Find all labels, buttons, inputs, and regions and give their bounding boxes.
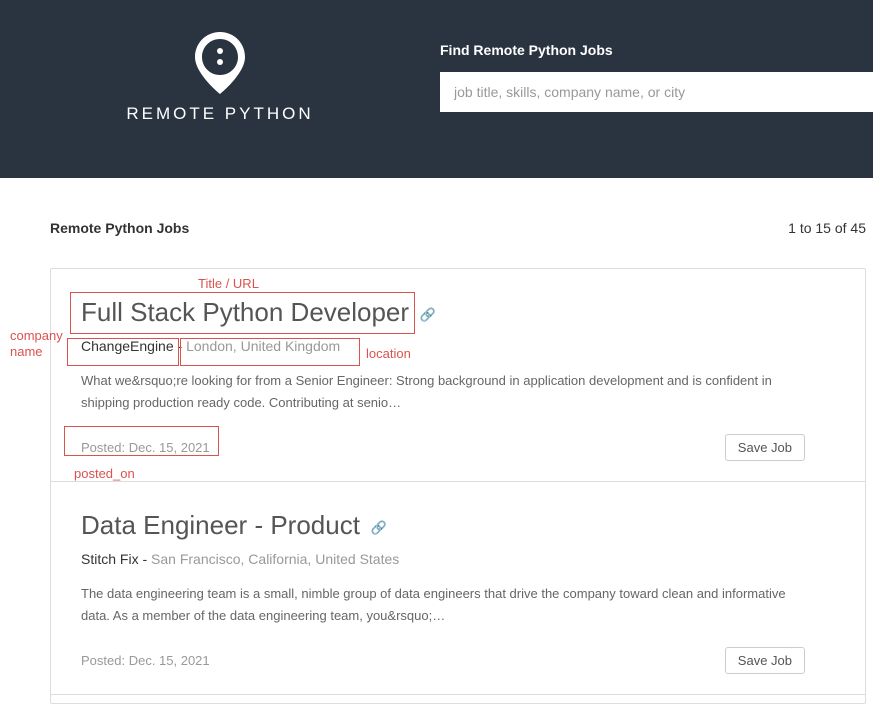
job-footer: Posted: Dec. 15, 2021 Save Job — [81, 434, 805, 461]
job-location: San Francisco, California, United States — [151, 551, 399, 567]
site-header: REMOTE PYTHON Find Remote Python Jobs — [0, 0, 873, 178]
logo-pin-icon — [195, 32, 245, 94]
results-count: 1 to 15 of 45 — [788, 220, 866, 236]
search-area: Find Remote Python Jobs — [440, 0, 873, 112]
job-description: What we&rsquo;re looking for from a Seni… — [81, 370, 805, 414]
job-footer: Posted: Dec. 15, 2021 Save Job — [81, 647, 805, 674]
job-card: Data Engineer - Product 🔗 Stitch Fix - S… — [51, 482, 865, 695]
page-heading-row: Remote Python Jobs 1 to 15 of 45 — [0, 178, 873, 236]
page-title: Remote Python Jobs — [50, 220, 189, 236]
search-input[interactable] — [440, 72, 873, 112]
separator: - — [142, 551, 151, 567]
save-job-button[interactable]: Save Job — [725, 434, 805, 461]
job-description: The data engineering team is a small, ni… — [81, 583, 805, 627]
job-list: Full Stack Python Developer 🔗 ChangeEngi… — [50, 268, 866, 704]
posted-date: Posted: Dec. 15, 2021 — [81, 653, 210, 668]
job-card: Full Stack Python Developer 🔗 ChangeEngi… — [51, 269, 865, 482]
save-job-button[interactable]: Save Job — [725, 647, 805, 674]
logo-area: REMOTE PYTHON — [0, 0, 440, 124]
job-subline: Stitch Fix - San Francisco, California, … — [81, 551, 805, 567]
job-title-link[interactable]: Data Engineer - Product — [81, 510, 360, 540]
permalink-icon[interactable]: 🔗 — [371, 520, 387, 536]
company-name: ChangeEngine — [81, 338, 174, 354]
job-card-partial — [51, 695, 865, 703]
separator: - — [178, 338, 187, 354]
posted-date: Posted: Dec. 15, 2021 — [81, 440, 210, 455]
job-title-link[interactable]: Full Stack Python Developer — [81, 297, 409, 327]
logo-text: REMOTE PYTHON — [126, 104, 313, 124]
job-subline: ChangeEngine - London, United Kingdom — [81, 338, 805, 354]
job-location: London, United Kingdom — [186, 338, 340, 354]
search-label: Find Remote Python Jobs — [440, 42, 873, 58]
company-name: Stitch Fix — [81, 551, 139, 567]
logo[interactable]: REMOTE PYTHON — [126, 32, 313, 124]
permalink-icon[interactable]: 🔗 — [420, 307, 436, 323]
